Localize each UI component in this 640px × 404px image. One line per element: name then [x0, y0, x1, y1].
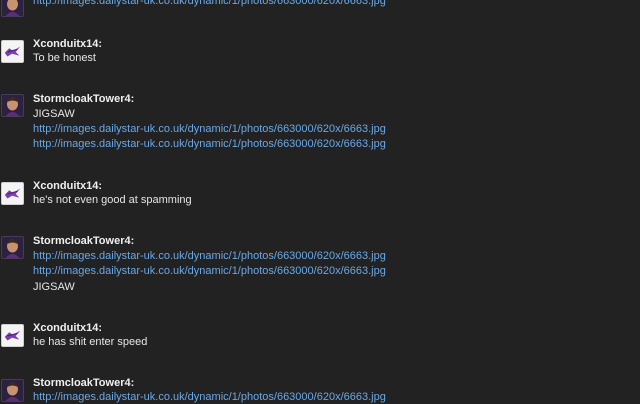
- message-text: he's not even good at spamming: [33, 194, 192, 206]
- message-link[interactable]: http://images.dailystar-uk.co.uk/dynamic…: [33, 0, 386, 8]
- message-link[interactable]: http://images.dailystar-uk.co.uk/dynamic…: [33, 390, 386, 404]
- chat-log: http://images.dailystar-uk.co.uk/dynamic…: [0, 0, 640, 404]
- xconduit-avatar-icon: [2, 325, 23, 346]
- user-avatar[interactable]: [1, 182, 24, 205]
- stormcloak-avatar-icon: [2, 0, 23, 16]
- username[interactable]: StormcloakTower4:: [33, 234, 134, 248]
- xconduit-avatar-icon: [2, 41, 23, 62]
- message-text: he has shit enter speed: [33, 336, 148, 348]
- user-avatar[interactable]: [1, 94, 24, 117]
- user-avatar[interactable]: [1, 0, 24, 17]
- message-text: JIGSAW: [33, 281, 75, 293]
- xconduit-avatar-icon: [2, 183, 23, 204]
- username[interactable]: StormcloakTower4:: [33, 376, 134, 390]
- user-avatar[interactable]: [1, 324, 24, 347]
- user-avatar[interactable]: [1, 40, 24, 63]
- user-avatar[interactable]: [1, 379, 24, 402]
- username[interactable]: Xconduitx14:: [33, 321, 102, 335]
- username[interactable]: StormcloakTower4:: [33, 92, 134, 106]
- stormcloak-avatar-icon: [2, 95, 23, 116]
- message-link[interactable]: http://images.dailystar-uk.co.uk/dynamic…: [33, 122, 386, 136]
- message-text: To be honest: [33, 52, 96, 64]
- username[interactable]: Xconduitx14:: [33, 179, 102, 193]
- message-text: JIGSAW: [33, 108, 75, 120]
- user-avatar[interactable]: [1, 236, 24, 259]
- stormcloak-avatar-icon: [2, 380, 23, 401]
- message-link[interactable]: http://images.dailystar-uk.co.uk/dynamic…: [33, 249, 386, 263]
- message-link[interactable]: http://images.dailystar-uk.co.uk/dynamic…: [33, 264, 386, 278]
- message-link[interactable]: http://images.dailystar-uk.co.uk/dynamic…: [33, 137, 386, 151]
- username[interactable]: Xconduitx14:: [33, 37, 102, 51]
- stormcloak-avatar-icon: [2, 237, 23, 258]
